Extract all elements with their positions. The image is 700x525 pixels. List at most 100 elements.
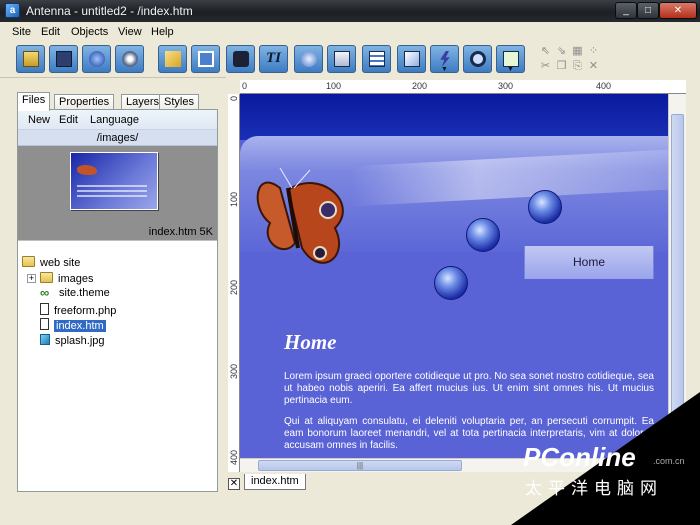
group-icon[interactable]: ⁘ [588,46,599,57]
close-document-icon[interactable]: ✕ [228,478,240,490]
site-panel: Files Properties Layers Styles New Edit … [14,90,218,492]
publish-button[interactable] [82,45,111,73]
layers-icon [334,51,350,67]
nav-home-button[interactable]: Home [524,246,654,279]
vertical-ruler: 0 100 200 300 400 [228,94,240,472]
tree-item-site-theme[interactable]: ∞ site.theme [40,285,110,302]
menu-site[interactable]: Site [12,26,31,38]
file-icon [40,318,49,330]
save-icon [56,51,72,67]
button-icon [301,51,317,67]
text-tool-button[interactable]: TI [259,45,288,73]
watermark-chinese-text: 太平洋电脑网 [525,479,663,498]
watermark-logo: PConline [523,442,636,472]
maximize-button[interactable]: □ [637,2,659,19]
dropdown-caret-icon: ▼ [441,66,448,73]
minimize-button[interactable]: _ [615,2,637,19]
scroll-thumb[interactable] [671,114,684,434]
main-toolbar: TI ▼ ▼ ⇖ ⇘ ▦ ⁘ ✂ ❐ ⎘ ✕ [0,42,700,78]
open-site-icon [23,51,39,67]
ruler-tick: 100 [229,192,239,208]
ruler-tick: 300 [229,364,239,380]
new-file-button[interactable]: New [28,114,50,126]
pconline-watermark: PConline .com.cn 太平洋电脑网 [511,392,700,525]
ruler-tick: 400 [596,81,612,91]
tree-item-freeform[interactable]: freeform.php [40,303,116,318]
form-tool-button[interactable] [362,45,391,73]
ruler-tick: 200 [412,81,428,91]
header-band [240,94,668,140]
file-icon [40,303,49,315]
bubble-decoration [466,218,500,252]
camera-icon [233,51,249,67]
media-icon [404,51,420,67]
page-thumbnail [70,152,158,210]
grid-icon[interactable]: ▦ [572,46,583,57]
menu-view[interactable]: View [118,26,142,38]
language-button[interactable]: Language [90,114,139,126]
bubble-decoration [528,190,562,224]
tree-item-index[interactable]: index.htm [40,318,106,333]
button-tool-button[interactable] [294,45,323,73]
tab-index-htm[interactable]: index.htm [244,474,306,490]
watermark-domain: .com.cn [653,456,685,466]
files-subtoolbar: New Edit Language [18,110,217,130]
form-icon [369,51,385,67]
checkbox-icon [503,51,519,67]
align-top-left-icon[interactable]: ⇖ [540,46,551,57]
open-site-button[interactable] [16,45,45,73]
tab-layers[interactable]: Layers [121,94,165,110]
menu-bar: Site Edit Objects View Help [0,22,700,42]
menu-objects[interactable]: Objects [71,26,108,38]
tree-item-web-site[interactable]: web site [22,256,80,271]
find-tool-button[interactable] [463,45,492,73]
tab-files[interactable]: Files [17,92,51,111]
validate-tool-button[interactable]: ▼ [496,45,525,73]
save-button[interactable] [49,45,78,73]
copy-icon[interactable]: ❐ [556,61,567,72]
tab-properties[interactable]: Properties [54,94,115,110]
files-pane: New Edit Language /images/ index.htm 5K … [17,109,218,492]
text-icon: TI [266,50,281,66]
lightning-icon [440,51,450,67]
dropdown-caret-icon: ▼ [507,66,514,73]
panel-divider[interactable] [18,240,217,254]
align-bottom-right-icon[interactable]: ⇘ [556,46,567,57]
layers-tool-button[interactable] [327,45,356,73]
image-tool-button[interactable] [226,45,255,73]
media-tool-button[interactable] [397,45,426,73]
horizontal-ruler: 0 100 200 300 400 [240,80,686,94]
page-heading[interactable]: Home [284,330,337,355]
folder-icon [22,256,35,267]
window-title: Antenna - untitled2 - /index.htm [26,4,193,18]
action-tool-button[interactable]: ▼ [430,45,459,73]
scroll-thumb[interactable]: ||| [258,460,462,471]
ruler-tick: 300 [498,81,514,91]
ruler-tick: 0 [229,96,239,102]
edit-file-button[interactable]: Edit [59,114,78,126]
preview-icon [122,51,138,67]
folder-icon [40,272,53,283]
preview-button[interactable] [115,45,144,73]
menu-help[interactable]: Help [151,26,174,38]
publish-icon [89,51,105,67]
delete-icon[interactable]: ✕ [588,61,599,72]
rectangle-tool-button[interactable] [191,45,220,73]
close-button[interactable]: ✕ [659,2,697,19]
tree-item-splash[interactable]: splash.jpg [40,334,105,349]
paste-icon[interactable]: ⎘ [572,61,583,72]
preview-file-info: index.htm 5K [148,226,213,238]
expand-icon[interactable]: + [27,274,36,283]
ruler-tick: 0 [242,81,248,91]
menu-edit[interactable]: Edit [41,26,60,38]
ruler-tick: 400 [229,450,239,466]
cut-icon[interactable]: ✂ [540,61,551,72]
file-preview: index.htm 5K [18,146,217,240]
tab-styles[interactable]: Styles [159,94,199,110]
edit-link-button[interactable] [158,45,187,73]
ruler-tick: 200 [229,280,239,296]
theme-icon: ∞ [40,285,50,300]
find-icon [470,51,486,67]
light-beam [350,149,668,207]
butterfly-image[interactable] [250,148,360,278]
